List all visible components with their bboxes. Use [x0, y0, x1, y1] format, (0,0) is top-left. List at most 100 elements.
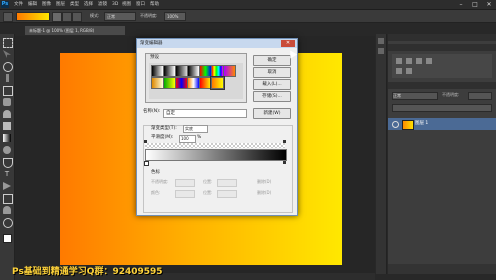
stops-label: 色标 — [151, 170, 160, 175]
adjustments-panel-header — [388, 44, 496, 51]
brush-tool-icon[interactable] — [6, 74, 9, 82]
eyedropper-tool-icon[interactable] — [3, 98, 11, 106]
zoom-tool-icon[interactable] — [3, 218, 13, 228]
ok-button[interactable]: 确定 — [253, 55, 291, 66]
gradient-type-label: 渐变类型(T): — [151, 126, 177, 131]
angle-gradient-icon[interactable] — [72, 12, 82, 22]
menu-window[interactable]: 窗口 — [136, 1, 145, 8]
radial-gradient-icon[interactable] — [62, 12, 72, 22]
move-tool-icon[interactable] — [3, 50, 11, 58]
new-button[interactable]: 新建(W) — [253, 108, 291, 119]
gradient-tool-icon[interactable] — [3, 134, 11, 142]
hand-tool-icon[interactable] — [3, 206, 11, 214]
stamp-tool-icon[interactable] — [3, 110, 11, 118]
dialog-close-icon[interactable]: ✕ — [281, 40, 295, 47]
menu-layer[interactable]: 图层 — [56, 1, 65, 8]
stop-location-label: 位置: — [203, 179, 213, 184]
panel-dock-icons — [376, 34, 387, 274]
exposure-icon[interactable] — [426, 58, 432, 64]
layer-opacity-input[interactable] — [468, 92, 492, 100]
cancel-button[interactable]: 取消 — [253, 67, 291, 78]
gradient-preview-bar[interactable] — [145, 149, 287, 161]
menu-filter[interactable]: 滤镜 — [98, 1, 107, 8]
eraser-tool-icon[interactable] — [3, 122, 11, 130]
gradient-picker[interactable] — [16, 12, 50, 21]
levels-icon[interactable] — [406, 58, 412, 64]
tools-panel: T — [0, 34, 15, 280]
crop-tool-icon[interactable] — [3, 86, 13, 96]
linear-gradient-icon[interactable] — [52, 12, 62, 22]
menu-3d[interactable]: 3D — [112, 1, 118, 8]
menu-type[interactable]: 类型 — [70, 1, 79, 8]
layer-name[interactable]: 图层 1 — [415, 118, 428, 130]
stop-color-label: 颜色: — [151, 190, 161, 195]
mode-label: 模式: — [90, 13, 100, 18]
curves-icon[interactable] — [416, 58, 422, 64]
gradient-editor-dialog: 渐变编辑器 ✕ 预设 确定 取消 载入(L)... 存储(S)... 名称(N)… — [136, 38, 298, 216]
menu-help[interactable]: 帮助 — [150, 1, 159, 8]
pen-tool-icon[interactable] — [3, 158, 13, 168]
marquee-tool-icon[interactable] — [3, 38, 13, 48]
smoothness-unit: % — [197, 135, 202, 140]
foreground-color-swatch[interactable] — [3, 234, 12, 243]
photoshop-logo: Ps — [1, 1, 9, 8]
path-select-icon[interactable] — [3, 182, 11, 190]
opacity-input[interactable]: 100% — [164, 12, 186, 21]
stop-location-input[interactable] — [217, 179, 237, 187]
visibility-eye-icon[interactable] — [392, 121, 399, 128]
lasso-tool-icon[interactable] — [3, 62, 13, 72]
name-label: 名称(N): — [143, 109, 161, 114]
watermark-text: Ps基础到精通学习Q群：92409595 — [12, 267, 163, 277]
layers-panel-footer — [388, 264, 496, 274]
smoothness-input[interactable]: 100 — [179, 135, 196, 143]
preset-swatch[interactable] — [223, 65, 236, 77]
layer-opacity-label: 不透明度: — [442, 92, 460, 97]
color-balance-icon[interactable] — [406, 68, 412, 74]
layers-panel-header — [388, 82, 496, 89]
maximize-button[interactable]: □ — [468, 0, 482, 9]
layer-row[interactable]: 图层 1 — [388, 118, 496, 130]
opacity-label: 不透明度: — [140, 13, 158, 18]
preset-swatch-selected[interactable] — [210, 76, 225, 90]
close-button[interactable]: ✕ — [482, 0, 496, 9]
load-button[interactable]: 载入(L)... — [253, 79, 291, 90]
stop-opacity-input[interactable] — [175, 179, 195, 187]
color-stop-left[interactable] — [144, 161, 149, 166]
color-delete-button[interactable]: 删除(D) — [257, 189, 271, 196]
opacity-ramp[interactable] — [145, 143, 285, 148]
name-field[interactable]: 自定 — [163, 109, 247, 118]
gradient-tool-icon[interactable] — [3, 12, 13, 22]
document-tab[interactable]: 未标题-1 @ 100% (图层 1, RGB/8) — [25, 26, 125, 35]
save-button[interactable]: 存储(S)... — [253, 91, 291, 102]
type-tool-icon[interactable]: T — [3, 170, 11, 178]
menu-bar: Ps 文件 编辑 图像 图层 类型 选择 滤镜 3D 视图 窗口 帮助 – □ … — [0, 0, 496, 10]
dialog-title: 渐变编辑器 — [140, 41, 163, 46]
dodge-tool-icon[interactable] — [3, 146, 11, 154]
stop-delete-button[interactable]: 删除(D) — [257, 178, 271, 185]
stop-color-swatch[interactable] — [175, 190, 195, 198]
menu-edit[interactable]: 编辑 — [28, 1, 37, 8]
properties-panel-icon[interactable] — [378, 48, 384, 54]
shape-tool-icon[interactable] — [3, 194, 13, 204]
gradient-type-select[interactable]: 实底 — [183, 125, 208, 133]
blend-mode-select[interactable]: 正常 — [392, 92, 438, 100]
menu-image[interactable]: 图像 — [42, 1, 51, 8]
layer-thumbnail — [402, 120, 414, 130]
menu-select[interactable]: 选择 — [84, 1, 93, 8]
menu-view[interactable]: 视图 — [122, 1, 131, 8]
right-panels: 正常 不透明度: 图层 1 — [388, 34, 496, 274]
mode-select[interactable]: 正常 — [104, 12, 136, 21]
lock-options[interactable] — [392, 104, 492, 112]
color-stop-right[interactable] — [283, 161, 286, 164]
presets-grid[interactable] — [149, 63, 243, 99]
hue-saturation-icon[interactable] — [396, 68, 402, 74]
menu-file[interactable]: 文件 — [14, 1, 23, 8]
name-value: 自定 — [166, 111, 175, 116]
smoothness-label: 平滑度(M): — [151, 135, 174, 140]
brightness-icon[interactable] — [396, 58, 402, 64]
color-location-input[interactable] — [217, 190, 237, 198]
color-location-label: 位置: — [203, 190, 213, 195]
presets-label: 预设 — [150, 55, 159, 60]
history-panel-icon[interactable] — [378, 38, 384, 44]
minimize-button[interactable]: – — [454, 0, 468, 9]
